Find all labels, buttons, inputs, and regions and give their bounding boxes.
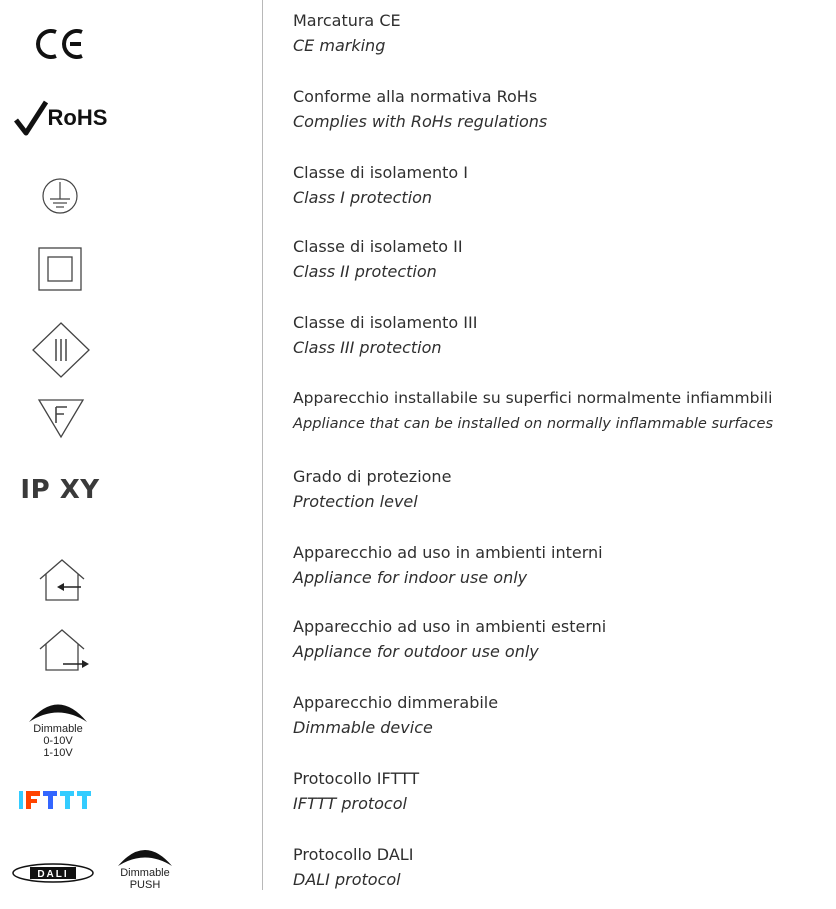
- row-italian: Conforme alla normativa RoHs: [293, 87, 538, 106]
- list-item: Classe di isolamento III Class III prote…: [293, 310, 477, 360]
- list-item: Apparecchio installabile su superfici no…: [293, 386, 773, 436]
- list-item: Protocollo IFTTT IFTTT protocol: [293, 766, 419, 816]
- row-italian: Classe di isolameto II: [293, 237, 463, 256]
- dimmable-0-10v: 0-10V: [43, 735, 73, 747]
- row-english: Protection level: [293, 492, 418, 511]
- row-english: Class II protection: [293, 262, 437, 281]
- ce-marking-icon: [30, 22, 90, 66]
- row-english: Class III protection: [293, 338, 442, 357]
- column-divider: [262, 0, 263, 890]
- row-italian: Marcatura CE: [293, 11, 401, 30]
- class-iii-protection-icon: [30, 320, 92, 380]
- row-italian: Classe di isolamento III: [293, 313, 478, 332]
- class-i-protection-icon: [36, 172, 84, 220]
- ip-rating-icon: IP XY: [10, 470, 110, 510]
- row-english: Dimmable device: [293, 718, 433, 737]
- row-english: IFTTT protocol: [293, 794, 407, 813]
- list-item: Protocollo DALI DALI protocol: [293, 842, 413, 892]
- list-item: Classe di isolamento I Class I protectio…: [293, 160, 468, 210]
- ip-rating-label: IP XY: [20, 475, 100, 505]
- row-english: Class I protection: [293, 188, 433, 207]
- row-english: CE marking: [293, 36, 386, 55]
- row-italian: Grado di protezione: [293, 467, 452, 486]
- dali-logo-icon: DALI: [8, 858, 98, 888]
- rohs-label: RoHS: [47, 104, 108, 130]
- row-english: Complies with RoHs regulations: [293, 112, 548, 131]
- row-english: Appliance for outdoor use only: [293, 642, 539, 661]
- outdoor-use-icon: [36, 625, 92, 675]
- dimmable-push-label: Dimmable: [120, 867, 170, 879]
- list-item: Conforme alla normativa RoHs Complies wi…: [293, 84, 547, 134]
- list-item: Grado di protezione Protection level: [293, 464, 451, 514]
- ifttt-logo-icon: [18, 788, 102, 812]
- row-italian: Protocollo DALI: [293, 845, 414, 864]
- dimmable-icon: Dimmable 0-10V 1-10V: [18, 690, 98, 766]
- list-item: Classe di isolameto II Class II protecti…: [293, 234, 463, 284]
- class-ii-protection-icon: [34, 243, 86, 295]
- flammable-surface-icon: [36, 395, 86, 441]
- dimmable-push-icon: Dimmable PUSH: [110, 828, 180, 906]
- row-italian: Apparecchio installabile su superfici no…: [293, 389, 773, 407]
- push-label: PUSH: [129, 879, 161, 891]
- list-item: Marcatura CE CE marking: [293, 8, 401, 58]
- dali-badge-text: DALI: [37, 869, 68, 880]
- row-italian: Apparecchio dimmerabile: [293, 693, 499, 712]
- row-english: DALI protocol: [293, 870, 401, 889]
- row-english: Appliance for indoor use only: [293, 568, 528, 587]
- dimmable-1-10v: 1-10V: [43, 747, 73, 759]
- list-item: Apparecchio ad uso in ambienti esterni A…: [293, 614, 606, 664]
- dimmable-label: Dimmable: [33, 723, 83, 735]
- row-italian: Classe di isolamento I: [293, 163, 468, 182]
- list-item: Apparecchio ad uso in ambienti interni A…: [293, 540, 603, 590]
- row-english: Appliance that can be installed on norma…: [293, 415, 774, 432]
- row-italian: Apparecchio ad uso in ambienti interni: [293, 543, 603, 562]
- row-italian: Apparecchio ad uso in ambienti esterni: [293, 617, 607, 636]
- row-italian: Protocollo IFTTT: [293, 769, 420, 788]
- rohs-compliant-icon: RoHS: [8, 95, 113, 140]
- indoor-use-icon: [36, 555, 88, 605]
- list-item: Apparecchio dimmerabile Dimmable device: [293, 690, 498, 740]
